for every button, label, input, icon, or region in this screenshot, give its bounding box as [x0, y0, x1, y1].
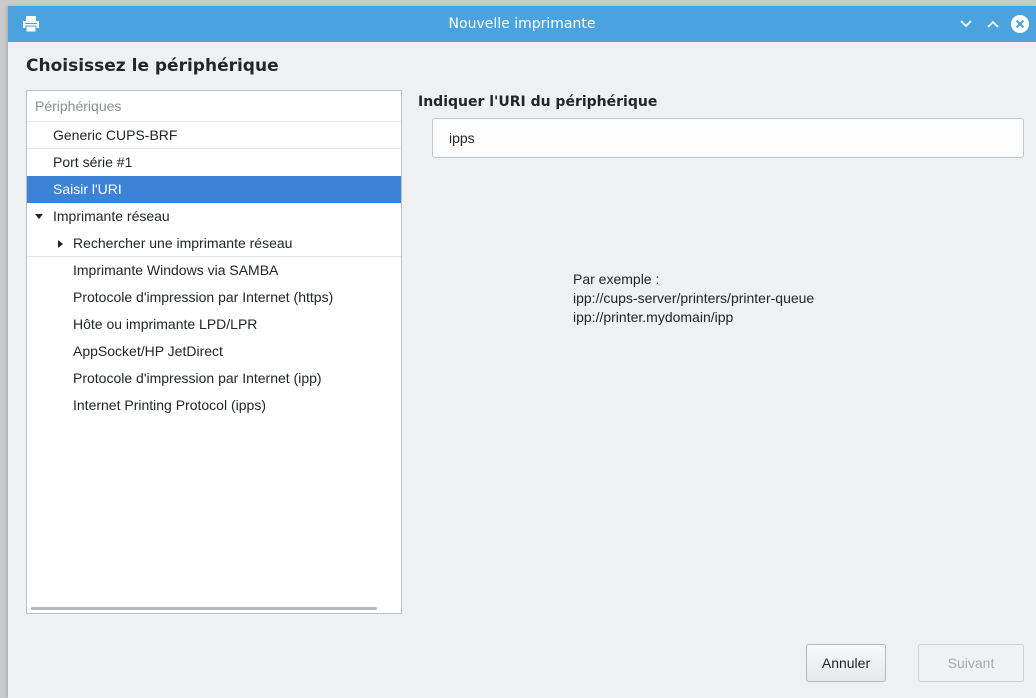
device-item-label: Protocole d'impression par Internet (htt… — [73, 289, 334, 305]
maximize-icon[interactable] — [983, 14, 1003, 34]
device-item-generic-cups-brf[interactable]: Generic CUPS-BRF — [27, 122, 401, 149]
device-item-label: Port série #1 — [53, 154, 133, 170]
expanded-arrow-icon[interactable] — [33, 203, 45, 230]
device-item-label: Imprimante réseau — [53, 208, 170, 224]
device-item-ipp-https[interactable]: Protocole d'impression par Internet (htt… — [27, 284, 401, 311]
device-item-lpd-lpr[interactable]: Hôte ou imprimante LPD/LPR — [27, 311, 401, 338]
uri-input[interactable] — [432, 118, 1024, 158]
device-item-label: Saisir l'URI — [53, 181, 122, 197]
example-line: ipp://cups-server/printers/printer-queue — [573, 290, 815, 306]
device-item-label: Protocole d'impression par Internet (ipp… — [73, 370, 322, 386]
device-item-enter-uri[interactable]: Saisir l'URI — [27, 176, 401, 203]
collapsed-arrow-icon[interactable] — [55, 230, 67, 257]
device-item-network-printer[interactable]: Imprimante réseau — [27, 203, 401, 230]
title-bar[interactable]: Nouvelle imprimante — [8, 6, 1036, 42]
device-item-search-network-printer[interactable]: Rechercher une imprimante réseau — [27, 230, 401, 257]
device-tree[interactable]: Périphériques Generic CUPS-BRF Port séri… — [26, 90, 402, 614]
uri-field-label: Indiquer l'URI du périphérique — [418, 94, 658, 110]
device-item-label: Generic CUPS-BRF — [53, 127, 178, 143]
device-item-label: Internet Printing Protocol (ipps) — [73, 397, 266, 413]
example-title: Par exemple : — [573, 271, 660, 287]
device-item-ipps[interactable]: Internet Printing Protocol (ipps) — [27, 392, 401, 419]
device-item-label: Hôte ou imprimante LPD/LPR — [73, 316, 258, 332]
device-item-label: AppSocket/HP JetDirect — [73, 343, 223, 359]
device-item-serial-port[interactable]: Port série #1 — [27, 149, 401, 176]
cancel-button[interactable]: Annuler — [806, 644, 886, 682]
uri-example: Par exemple : ipp://cups-server/printers… — [573, 270, 814, 327]
device-list-header: Périphériques — [27, 91, 401, 122]
next-button[interactable]: Suivant — [918, 644, 1024, 682]
device-item-windows-samba[interactable]: Imprimante Windows via SAMBA — [27, 257, 401, 284]
page-title: Choisissez le périphérique — [26, 56, 279, 76]
device-item-ipp[interactable]: Protocole d'impression par Internet (ipp… — [27, 365, 401, 392]
horizontal-scrollbar[interactable] — [31, 607, 377, 610]
device-item-label: Rechercher une imprimante réseau — [73, 235, 293, 251]
new-printer-window: Nouvelle imprimante Choisissez le périph… — [8, 6, 1036, 698]
close-icon[interactable] — [1010, 14, 1030, 34]
minimize-icon[interactable] — [956, 14, 976, 34]
device-item-appsocket[interactable]: AppSocket/HP JetDirect — [27, 338, 401, 365]
device-item-label: Imprimante Windows via SAMBA — [73, 262, 279, 278]
example-line: ipp://printer.mydomain/ipp — [573, 309, 734, 325]
window-title: Nouvelle imprimante — [448, 16, 596, 32]
